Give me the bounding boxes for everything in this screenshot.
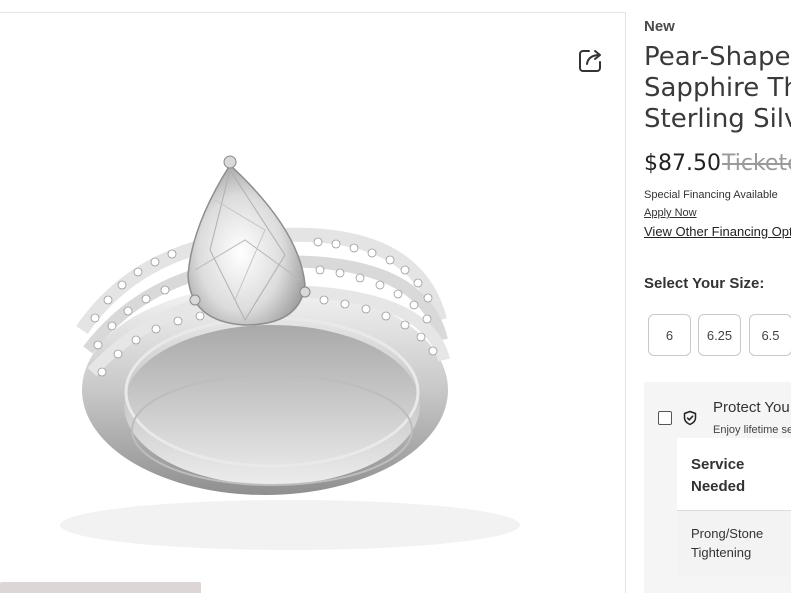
financing-text: Special Financing Available — [644, 189, 778, 201]
new-badge: New — [644, 18, 675, 35]
table-row: Prong/Stone Tightening — [677, 511, 791, 577]
product-image-pane[interactable] — [0, 13, 625, 593]
service-row-label: Prong/Stone Tightening — [691, 526, 764, 560]
size-option-6[interactable]: 6 — [648, 314, 691, 356]
other-financing-link[interactable]: View Other Financing Opt — [644, 224, 791, 239]
protection-title: Protect You — [713, 399, 790, 416]
title-line: Pear-Shaped — [644, 42, 791, 72]
protection-subtitle: Enjoy lifetime se — [713, 424, 791, 436]
product-title: Pear-Shaped Sapphire Thr Sterling Silve — [644, 42, 791, 135]
size-label: Select Your Size: — [644, 275, 765, 292]
ring-image — [60, 155, 520, 550]
thumbnail-strip[interactable] — [0, 582, 201, 593]
title-line: Sapphire Thr — [644, 73, 791, 103]
size-option-6-5[interactable]: 6.5 — [749, 314, 791, 356]
table-header: Service Needed — [677, 438, 791, 511]
product-details: New Pear-Shaped Sapphire Thr Sterling Si… — [644, 0, 791, 593]
service-needed-header: Service Needed — [691, 456, 746, 495]
service-table: Service Needed Prong/Stone Tightening — [677, 438, 791, 577]
protection-checkbox[interactable] — [658, 411, 672, 425]
original-price: Tickete — [722, 151, 791, 176]
size-option-6-25[interactable]: 6.25 — [698, 314, 741, 356]
share-icon — [579, 50, 601, 72]
apply-now-link[interactable]: Apply Now — [644, 207, 697, 219]
share-button[interactable] — [576, 45, 606, 75]
pane-divider — [625, 12, 626, 593]
shield-check-icon — [683, 410, 697, 426]
sale-price: $87.50 — [644, 151, 721, 176]
protection-plan-panel: Protect You Enjoy lifetime se Service Ne… — [644, 382, 791, 593]
title-line: Sterling Silve — [644, 104, 791, 134]
